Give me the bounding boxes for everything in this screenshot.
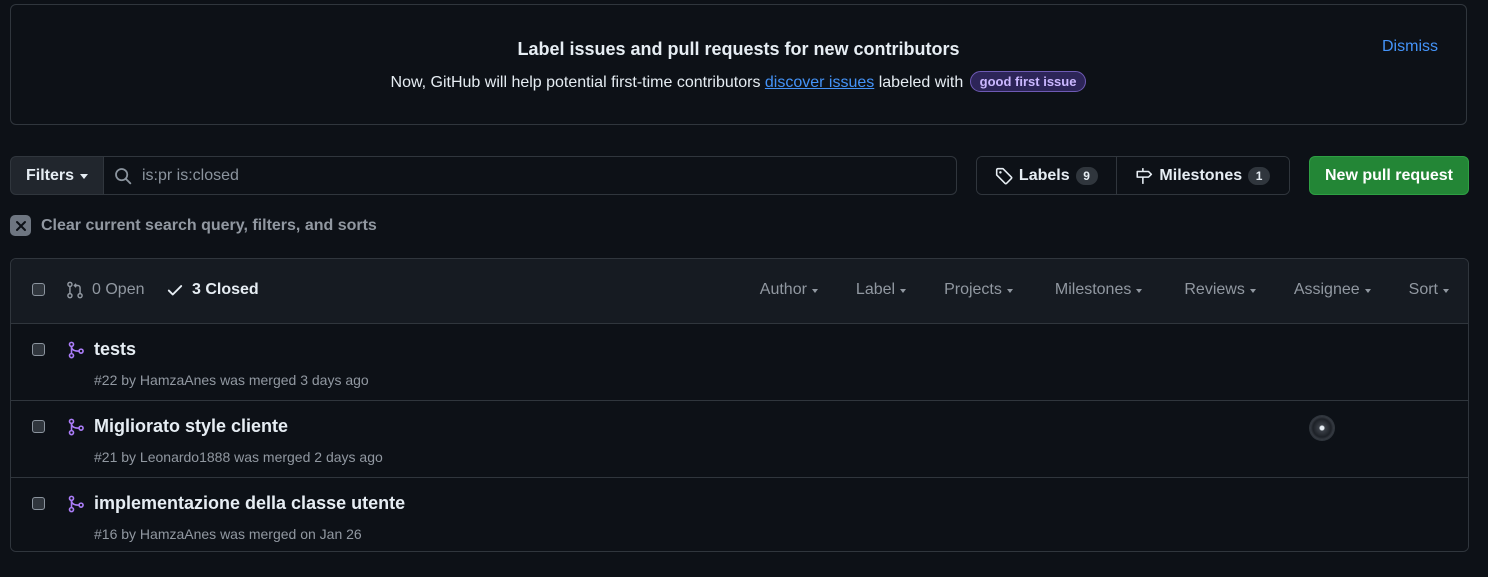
closed-tab[interactable]: 3 Closed	[166, 281, 259, 299]
banner-text-before: Now, GitHub will help potential first-ti…	[390, 74, 761, 91]
chevron-down-icon	[1443, 289, 1449, 293]
author-filter[interactable]: Author	[760, 281, 818, 299]
clear-filters-label: Clear current search query, filters, and…	[41, 216, 377, 234]
chevron-down-icon	[1136, 289, 1143, 293]
chevron-down-icon	[1249, 289, 1256, 293]
assignee-filter-label: Assignee	[1293, 281, 1360, 298]
discover-issues-link[interactable]: discover issues	[765, 74, 874, 91]
list-header: 0 Open 3 Closed Author Label Projects Mi…	[11, 259, 1468, 324]
chevron-down-icon	[811, 289, 818, 293]
pull-request-title[interactable]: Migliorato style cliente	[94, 416, 288, 437]
search-icon	[115, 167, 132, 184]
row-checkbox[interactable]	[32, 497, 45, 510]
dismiss-button[interactable]: Dismiss	[1382, 38, 1438, 56]
pull-request-title[interactable]: tests	[94, 339, 136, 360]
filter-group: Filters	[10, 156, 957, 195]
reviews-filter-label: Reviews	[1184, 281, 1245, 298]
open-tab[interactable]: 0 Open	[66, 281, 144, 299]
search-box[interactable]	[104, 156, 957, 195]
filters-label: Filters	[25, 166, 74, 184]
good-first-issue-label[interactable]: good first issue	[969, 71, 1087, 92]
assignee-filter[interactable]: Assignee	[1294, 281, 1371, 299]
pull-request-meta: #16 by HamzaAnes was merged on Jan 26	[94, 526, 362, 542]
merged-icon	[68, 495, 84, 513]
pull-request-row[interactable]: tests #22 by HamzaAnes was merged 3 days…	[11, 324, 1468, 401]
projects-filter-label: Projects	[944, 281, 1002, 298]
labels-label: Labels	[1018, 166, 1070, 184]
open-count: 0 Open	[92, 281, 145, 298]
pull-request-list: 0 Open 3 Closed Author Label Projects Mi…	[10, 258, 1469, 552]
milestones-filter-label: Milestones	[1054, 281, 1132, 298]
milestones-label: Milestones	[1159, 166, 1243, 184]
row-checkbox[interactable]	[32, 343, 45, 356]
pull-request-row[interactable]: Migliorato style cliente #21 by Leonardo…	[11, 401, 1468, 478]
header-filters: Author Label Projects Milestones Reviews…	[760, 281, 1449, 299]
author-filter-label: Author	[759, 281, 807, 298]
search-input[interactable]	[140, 165, 844, 186]
banner-text: Now, GitHub will help potential first-ti…	[11, 71, 1466, 92]
select-all-checkbox[interactable]	[32, 283, 45, 296]
closed-count: 3 Closed	[192, 281, 259, 298]
projects-filter[interactable]: Projects	[944, 281, 1013, 299]
pull-request-title[interactable]: implementazione della classe utente	[94, 493, 405, 514]
chevron-down-icon	[80, 174, 88, 179]
milestones-count-badge: 1	[1248, 166, 1271, 185]
pull-request-icon	[67, 281, 83, 299]
banner-title: Label issues and pull requests for new c…	[517, 39, 960, 59]
chevron-down-icon	[1006, 289, 1013, 293]
labels-milestones-group: Labels 9 Milestones 1	[976, 156, 1290, 195]
chevron-down-icon	[900, 289, 907, 293]
tag-icon	[995, 167, 1013, 184]
pull-request-row[interactable]: implementazione della classe utente #16 …	[11, 478, 1468, 551]
check-icon	[167, 285, 183, 296]
labels-count-badge: 9	[1075, 166, 1098, 185]
label-filter-label: Label	[855, 281, 896, 298]
labels-button[interactable]: Labels 9	[977, 157, 1117, 194]
row-checkbox[interactable]	[32, 420, 45, 433]
close-icon	[10, 215, 31, 236]
merged-icon	[68, 341, 84, 359]
milestone-icon	[1136, 167, 1153, 184]
milestones-filter[interactable]: Milestones	[1054, 281, 1143, 299]
chevron-down-icon	[1364, 289, 1371, 293]
filters-button[interactable]: Filters	[10, 156, 104, 195]
label-filter[interactable]: Label	[855, 281, 907, 299]
reviews-filter[interactable]: Reviews	[1184, 281, 1256, 299]
milestones-button[interactable]: Milestones 1	[1116, 157, 1289, 194]
sort-filter-label: Sort	[1408, 281, 1438, 298]
toolbar: Filters Labels 9 Milestone	[10, 156, 1469, 195]
assignee-avatar[interactable]	[1310, 416, 1334, 440]
pull-request-meta: #21 by Leonardo1888 was merged 2 days ag…	[94, 449, 383, 465]
merged-icon	[68, 418, 84, 436]
pull-request-meta: #22 by HamzaAnes was merged 3 days ago	[94, 372, 369, 388]
banner-text-after: labeled with	[878, 74, 964, 91]
new-pull-request-button[interactable]: New pull request	[1309, 156, 1469, 195]
clear-filters-link[interactable]: Clear current search query, filters, and…	[10, 215, 377, 236]
sort-filter[interactable]: Sort	[1409, 281, 1449, 299]
contributor-banner: Label issues and pull requests for new c…	[10, 4, 1467, 125]
